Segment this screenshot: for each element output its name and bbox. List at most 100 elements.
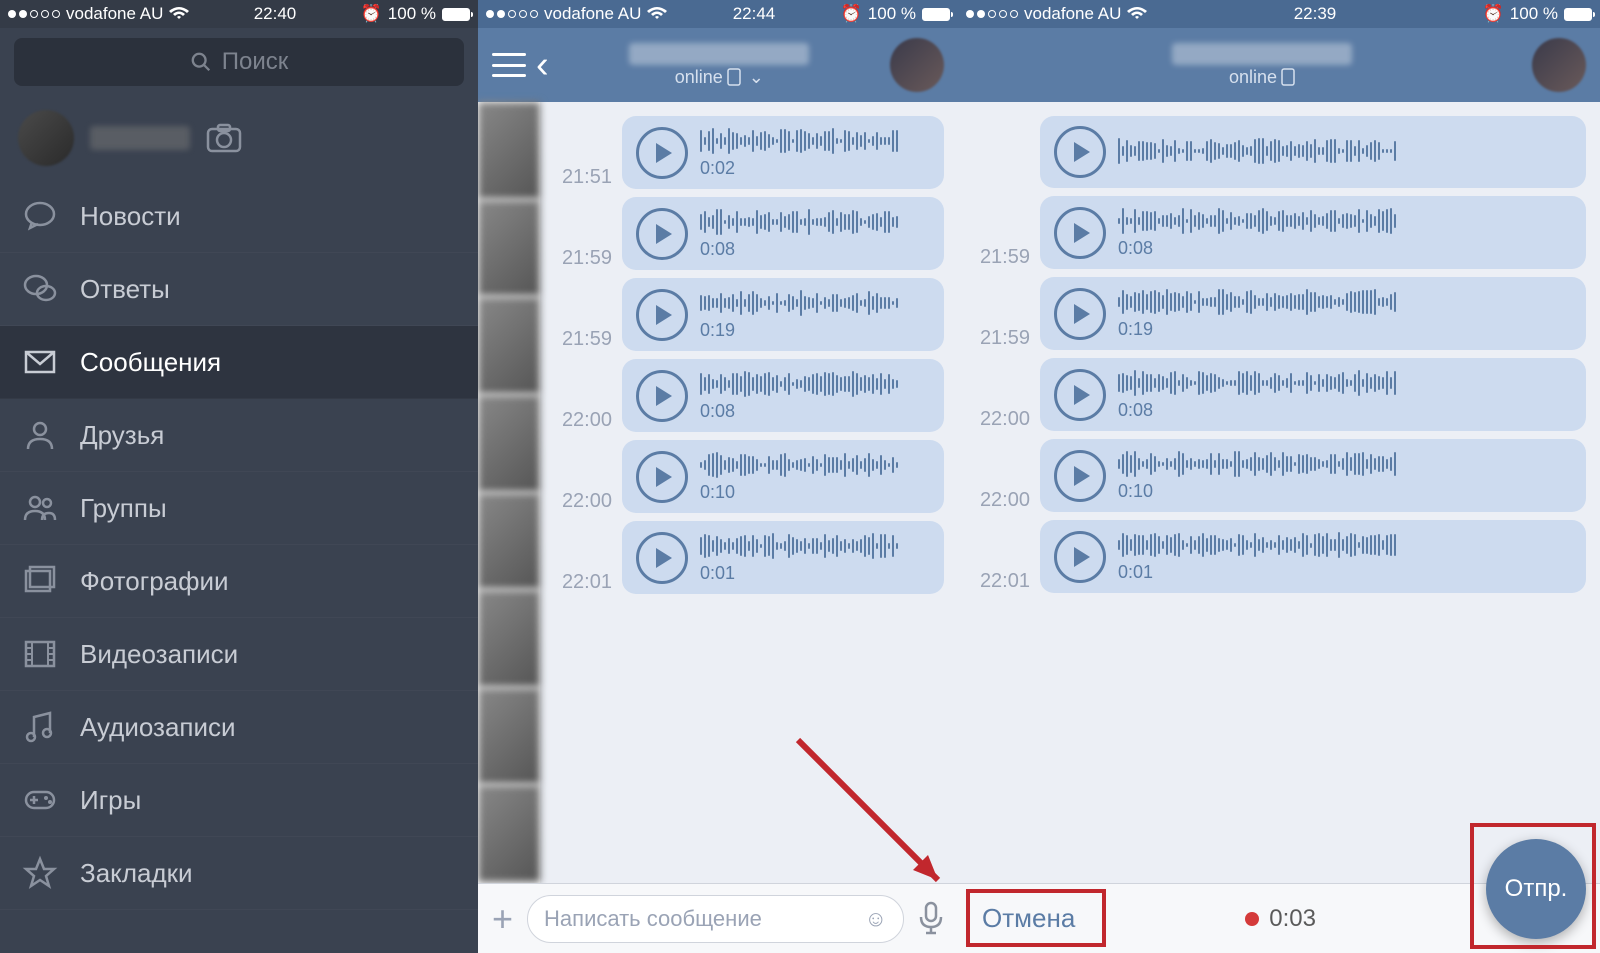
voice-message[interactable]: 0:01 xyxy=(1040,520,1586,593)
duration-label: 0:10 xyxy=(700,482,930,503)
duration-label: 0:01 xyxy=(1118,562,1572,583)
sidebar-panel: vodafone AU 22:40 ⏰ 100 % Поиск Новости О… xyxy=(0,0,478,953)
voice-message[interactable] xyxy=(1040,116,1586,188)
send-button[interactable]: Отпр. xyxy=(1486,839,1586,939)
sidebar-item-envelope[interactable]: Сообщения xyxy=(0,326,478,399)
message-time: 21:59 xyxy=(972,327,1030,350)
duration-label: 0:08 xyxy=(700,401,930,422)
sidebar-item-label: Группы xyxy=(80,493,167,524)
voice-message[interactable]: 0:08 xyxy=(1040,196,1586,269)
message-input[interactable]: Написать сообщение ☺ xyxy=(527,895,904,943)
clock-label: 22:39 xyxy=(1294,4,1337,24)
play-button[interactable] xyxy=(636,451,688,503)
voice-message-row: 22:00 0:08 xyxy=(540,355,958,436)
message-time: 22:01 xyxy=(554,571,612,594)
waveform xyxy=(1118,449,1572,479)
sidebar-item-people[interactable]: Группы xyxy=(0,472,478,545)
person-icon xyxy=(22,417,58,453)
voice-message-row: 21:590:08 xyxy=(958,192,1600,273)
emoji-icon[interactable]: ☺ xyxy=(865,906,887,932)
message-time: 22:00 xyxy=(554,490,612,513)
sidebar-item-speech[interactable]: Новости xyxy=(0,180,478,253)
waveform xyxy=(700,450,930,480)
microphone-icon[interactable] xyxy=(918,901,944,937)
voice-message[interactable]: 0:02 xyxy=(622,116,944,189)
voice-message-row: 21:59 0:19 xyxy=(540,274,958,355)
alarm-icon: ⏰ xyxy=(361,4,382,24)
sidebar-item-replies[interactable]: Ответы xyxy=(0,253,478,326)
voice-message[interactable]: 0:01 xyxy=(622,521,944,594)
waveform xyxy=(1118,368,1572,398)
sidebar-item-label: Сообщения xyxy=(80,347,221,378)
play-button[interactable] xyxy=(1054,369,1106,421)
back-button[interactable]: ‹ xyxy=(536,44,549,87)
attach-button[interactable]: + xyxy=(492,898,513,940)
sidebar-item-star[interactable]: Закладки xyxy=(0,837,478,910)
profile-row[interactable] xyxy=(0,96,478,180)
carrier-label: vodafone AU xyxy=(66,4,163,24)
waveform xyxy=(700,207,930,237)
sidebar-menu: Новости Ответы Сообщения Друзья Группы Фотогр… xyxy=(0,180,478,910)
speech-icon xyxy=(22,198,58,234)
message-time: 22:01 xyxy=(972,570,1030,593)
voice-message-row: 22:01 0:01 xyxy=(540,517,958,598)
sidebar-item-music[interactable]: Аудиозаписи xyxy=(0,691,478,764)
voice-message[interactable]: 0:08 xyxy=(622,359,944,432)
voice-message[interactable]: 0:10 xyxy=(622,440,944,513)
play-icon xyxy=(1074,466,1090,486)
chat-avatar[interactable] xyxy=(890,38,944,92)
voice-message-row: 21:59 0:19 xyxy=(958,273,1600,354)
sidebar-item-gamepad[interactable]: Игры xyxy=(0,764,478,837)
voice-message[interactable]: 0:10 xyxy=(1040,439,1586,512)
play-button[interactable] xyxy=(1054,531,1106,583)
sidebar-item-label: Новости xyxy=(80,201,181,232)
play-button[interactable] xyxy=(636,289,688,341)
sidebar-item-person[interactable]: Друзья xyxy=(0,399,478,472)
video-icon xyxy=(22,636,58,672)
message-time: 22:00 xyxy=(972,408,1030,431)
voice-message-row: 22:000:10 xyxy=(958,435,1600,516)
voice-message[interactable]: 0:19 xyxy=(622,278,944,351)
menu-icon[interactable] xyxy=(492,53,526,77)
duration-label: 0:01 xyxy=(700,563,930,584)
cancel-button[interactable]: Отмена xyxy=(972,897,1085,940)
battery-icon xyxy=(1564,8,1592,21)
status-bar: vodafone AU 22:40 ⏰ 100 % xyxy=(0,0,478,28)
sidebar-item-video[interactable]: Видеозаписи xyxy=(0,618,478,691)
messages-list[interactable]: 21:510:0221:590:0821:590:1922:000:0822:0… xyxy=(540,102,958,883)
sidebar-item-photos[interactable]: Фотографии xyxy=(0,545,478,618)
chat-title-blur xyxy=(1172,43,1352,65)
duration-label: 0:08 xyxy=(1118,238,1572,259)
status-bar: vodafone AU 22:44 ⏰ 100 % xyxy=(478,0,958,28)
status-bar: vodafone AU 22:39 ⏰ 100 % xyxy=(958,0,1600,28)
message-time: 21:59 xyxy=(554,328,612,351)
sidebar-item-label: Фотографии xyxy=(80,566,229,597)
play-button[interactable] xyxy=(1054,288,1106,340)
play-button[interactable] xyxy=(1054,126,1106,178)
search-input[interactable]: Поиск xyxy=(14,38,464,86)
voice-message[interactable]: 0:19 xyxy=(1040,277,1586,350)
voice-message[interactable]: 0:08 xyxy=(622,197,944,270)
avatar xyxy=(18,110,74,166)
message-input-bar: + Написать сообщение ☺ xyxy=(478,883,958,953)
play-icon xyxy=(656,224,672,244)
play-button[interactable] xyxy=(636,370,688,422)
sidebar-item-label: Аудиозаписи xyxy=(80,712,236,743)
play-button[interactable] xyxy=(636,532,688,584)
play-button[interactable] xyxy=(1054,450,1106,502)
voice-message[interactable]: 0:08 xyxy=(1040,358,1586,431)
play-button[interactable] xyxy=(636,208,688,260)
chat-avatar[interactable] xyxy=(1532,38,1586,92)
play-button[interactable] xyxy=(1054,207,1106,259)
people-icon xyxy=(22,490,58,526)
message-time: 22:00 xyxy=(554,409,612,432)
photos-icon xyxy=(22,563,58,599)
play-button[interactable] xyxy=(636,127,688,179)
chat-screen-recording: vodafone AU 22:39 ⏰ 100 % online 21:590:… xyxy=(958,0,1600,953)
messages-list[interactable]: 21:590:0821:590:1922:000:0822:000:1022:0… xyxy=(958,102,1600,883)
duration-label: 0:19 xyxy=(1118,319,1572,340)
play-icon xyxy=(656,305,672,325)
voice-message-row: 22:00 0:08 xyxy=(958,354,1600,435)
camera-icon[interactable] xyxy=(206,123,242,153)
play-icon xyxy=(1074,304,1090,324)
